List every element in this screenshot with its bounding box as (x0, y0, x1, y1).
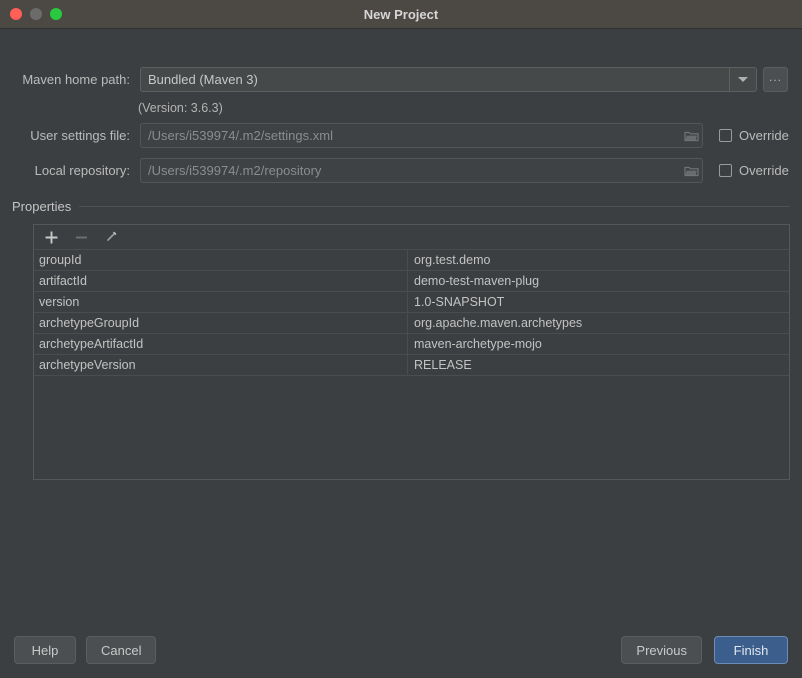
remove-property-button[interactable] (72, 228, 90, 246)
user-settings-override-label: Override (739, 128, 789, 143)
new-project-dialog: New Project Maven home path: Bundled (Ma… (0, 0, 802, 678)
local-repository-override-label: Override (739, 163, 789, 178)
user-settings-override-checkbox[interactable]: Override (719, 128, 789, 143)
add-property-button[interactable] (42, 228, 60, 246)
maven-home-path-value: Bundled (Maven 3) (148, 72, 258, 87)
dialog-footer: Help Cancel Previous Finish (0, 622, 802, 678)
user-settings-file-input[interactable]: /Users/i539974/.m2/settings.xml (140, 123, 703, 148)
finish-button[interactable]: Finish (714, 636, 788, 664)
properties-group-header: Properties (12, 199, 790, 214)
local-repository-row: Local repository: /Users/i539974/.m2/rep… (12, 158, 789, 183)
chevron-down-glyph (738, 77, 748, 82)
property-value: maven-archetype-mojo (414, 337, 542, 351)
edit-property-button[interactable] (102, 228, 120, 246)
close-window-icon[interactable] (10, 8, 22, 20)
folder-icon[interactable] (680, 165, 702, 177)
user-settings-file-label: User settings file: (30, 128, 130, 143)
property-key: archetypeVersion (34, 355, 408, 375)
property-value: org.test.demo (414, 253, 491, 267)
minimize-window-icon[interactable] (30, 8, 42, 20)
table-row[interactable]: artifactId demo-test-maven-plug (34, 271, 789, 292)
property-value: RELEASE (414, 358, 472, 372)
group-separator (79, 206, 790, 207)
property-key: artifactId (34, 271, 408, 291)
table-row[interactable]: version 1.0-SNAPSHOT (34, 292, 789, 313)
local-repository-override-checkbox[interactable]: Override (719, 163, 789, 178)
maven-home-path-combo[interactable]: Bundled (Maven 3) (140, 67, 757, 92)
maven-home-browse-button[interactable]: ... (763, 67, 788, 92)
properties-group-title: Properties (12, 199, 72, 214)
maven-version-note: (Version: 3.6.3) (138, 101, 223, 115)
properties-table: groupId org.test.demo artifactId demo-te… (34, 250, 789, 479)
window-controls (0, 8, 62, 20)
maven-home-path-row: Maven home path: Bundled (Maven 3) ... (12, 67, 788, 92)
help-button[interactable]: Help (14, 636, 76, 664)
property-value: 1.0-SNAPSHOT (414, 295, 505, 309)
table-row[interactable]: archetypeGroupId org.apache.maven.archet… (34, 313, 789, 334)
property-value: demo-test-maven-plug (414, 274, 540, 288)
properties-toolbar (34, 225, 789, 250)
property-value: org.apache.maven.archetypes (414, 316, 583, 330)
chevron-down-icon[interactable] (729, 68, 756, 91)
table-row[interactable]: groupId org.test.demo (34, 250, 789, 271)
local-repository-value: /Users/i539974/.m2/repository (148, 163, 322, 178)
maven-home-path-label: Maven home path: (22, 72, 130, 87)
checkbox-box[interactable] (719, 164, 732, 177)
properties-panel: groupId org.test.demo artifactId demo-te… (33, 224, 790, 480)
local-repository-label: Local repository: (34, 163, 130, 178)
property-key: groupId (34, 250, 408, 270)
local-repository-input[interactable]: /Users/i539974/.m2/repository (140, 158, 703, 183)
maximize-window-icon[interactable] (50, 8, 62, 20)
user-settings-file-value: /Users/i539974/.m2/settings.xml (148, 128, 333, 143)
table-row[interactable]: archetypeArtifactId maven-archetype-mojo (34, 334, 789, 355)
table-empty-area[interactable] (34, 376, 789, 479)
previous-button[interactable]: Previous (621, 636, 702, 664)
property-key: version (34, 292, 408, 312)
cancel-button[interactable]: Cancel (86, 636, 157, 664)
checkbox-box[interactable] (719, 129, 732, 142)
property-key: archetypeArtifactId (34, 334, 408, 354)
dialog-content: Maven home path: Bundled (Maven 3) ... (… (0, 29, 802, 678)
table-row[interactable]: archetypeVersion RELEASE (34, 355, 789, 376)
title-bar: New Project (0, 0, 802, 29)
window-title: New Project (363, 6, 439, 22)
property-key: archetypeGroupId (34, 313, 408, 333)
user-settings-file-row: User settings file: /Users/i539974/.m2/s… (12, 123, 789, 148)
folder-icon[interactable] (680, 130, 702, 142)
